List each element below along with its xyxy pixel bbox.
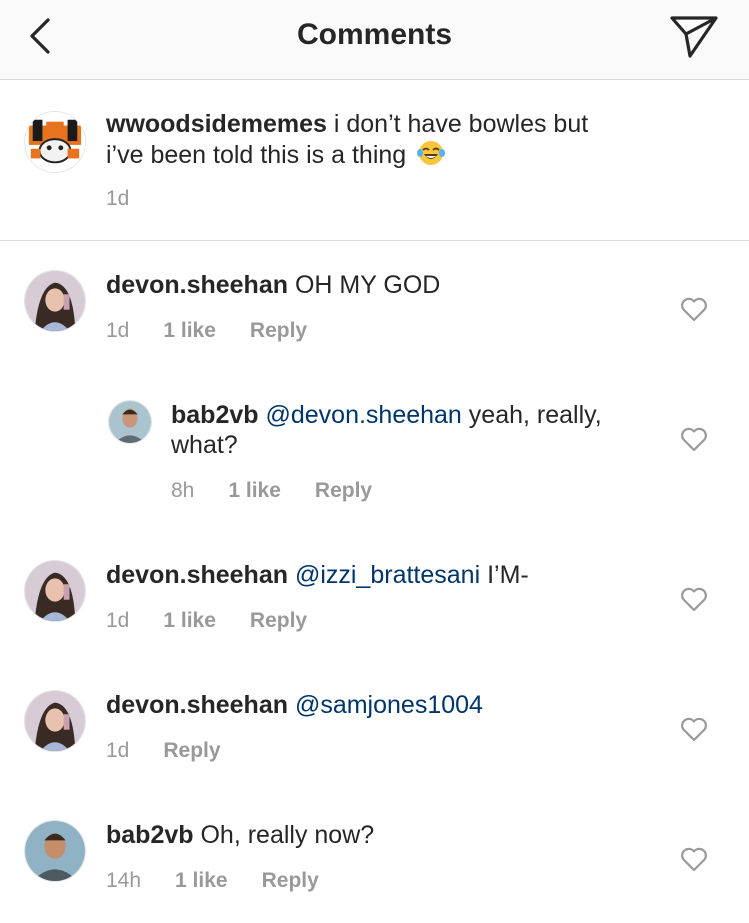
comment-likes[interactable]: 1 like (228, 479, 281, 502)
tears-of-joy-emoji-icon (417, 141, 446, 165)
avatar[interactable] (24, 820, 86, 882)
caption-time: 1d (106, 187, 130, 210)
reply-button[interactable]: Reply (262, 869, 319, 892)
comment-likes[interactable]: 1 like (163, 319, 216, 342)
reply-button[interactable]: Reply (250, 319, 307, 342)
caption-body-line1: i don’t have bowles but (326, 110, 589, 138)
comment-mention[interactable]: @izzi_brattesani (288, 561, 480, 589)
comment-time: 8h (171, 479, 195, 502)
comment-body: Oh, really now? (193, 821, 375, 849)
comment-body: OH MY GOD (288, 271, 441, 299)
comment-mention[interactable]: @devon.sheehan (259, 401, 461, 429)
comment-text: devon.sheehan @samjones1004 (106, 690, 483, 720)
comment-body: I’M- (480, 561, 529, 589)
avatar[interactable] (24, 560, 86, 622)
heart-icon[interactable] (680, 586, 708, 612)
comment-meta: 14h 1 like Reply (106, 869, 353, 893)
heart-icon[interactable] (680, 426, 708, 452)
avatar[interactable] (108, 400, 152, 444)
comment-meta: 1d 1 like Reply (106, 609, 341, 633)
comment-username[interactable]: bab2vb (106, 821, 194, 849)
comment-username[interactable]: bab2vb (171, 401, 259, 429)
comment-meta: 1d 1 like Reply (106, 319, 341, 343)
comment-time: 14h (106, 869, 142, 892)
caption-section: wwoodsidememes i don’t have bowles but i… (0, 81, 749, 241)
comment-text: bab2vb Oh, really now? (106, 820, 374, 850)
avatar[interactable] (24, 270, 86, 332)
comment-time: 1d (106, 739, 130, 762)
caption-body-line2: i’ve been told this is a thing (106, 141, 407, 169)
comment-text: devon.sheehan OH MY GOD (106, 270, 440, 300)
comment-username[interactable]: devon.sheehan (106, 691, 288, 719)
comment-mention[interactable]: @samjones1004 (288, 691, 483, 719)
comment-username[interactable]: devon.sheehan (106, 271, 288, 299)
heart-icon[interactable] (680, 296, 708, 322)
comment-body: yeah, really, (461, 401, 602, 429)
page-title: Comments (296, 18, 453, 51)
header-bar: Comments (0, 0, 749, 80)
reply-button[interactable]: Reply (163, 739, 220, 762)
avatar[interactable] (24, 690, 86, 752)
comment-username[interactable]: devon.sheehan (106, 561, 288, 589)
comment-text: devon.sheehan @izzi_brattesani I’M- (106, 560, 529, 590)
avatar[interactable] (24, 111, 86, 173)
reply-button[interactable]: Reply (250, 609, 307, 632)
caption-username[interactable]: wwoodsidememes (106, 110, 327, 138)
comment-time: 1d (106, 319, 130, 342)
comment-text: bab2vb @devon.sheehan yeah, really, what… (171, 400, 602, 460)
comment-meta: 8h 1 like Reply (171, 479, 406, 503)
paper-plane-icon[interactable] (668, 12, 720, 60)
heart-icon[interactable] (680, 846, 708, 872)
comment-time: 1d (106, 609, 130, 632)
comment-meta: 1d Reply (106, 739, 255, 763)
comment-likes[interactable]: 1 like (163, 609, 216, 632)
comment-body-line2: what? (171, 431, 238, 459)
caption-text: wwoodsidememes i don’t have bowles but i… (106, 109, 588, 170)
comment-likes[interactable]: 1 like (175, 869, 228, 892)
heart-icon[interactable] (680, 716, 708, 742)
reply-button[interactable]: Reply (315, 479, 372, 502)
